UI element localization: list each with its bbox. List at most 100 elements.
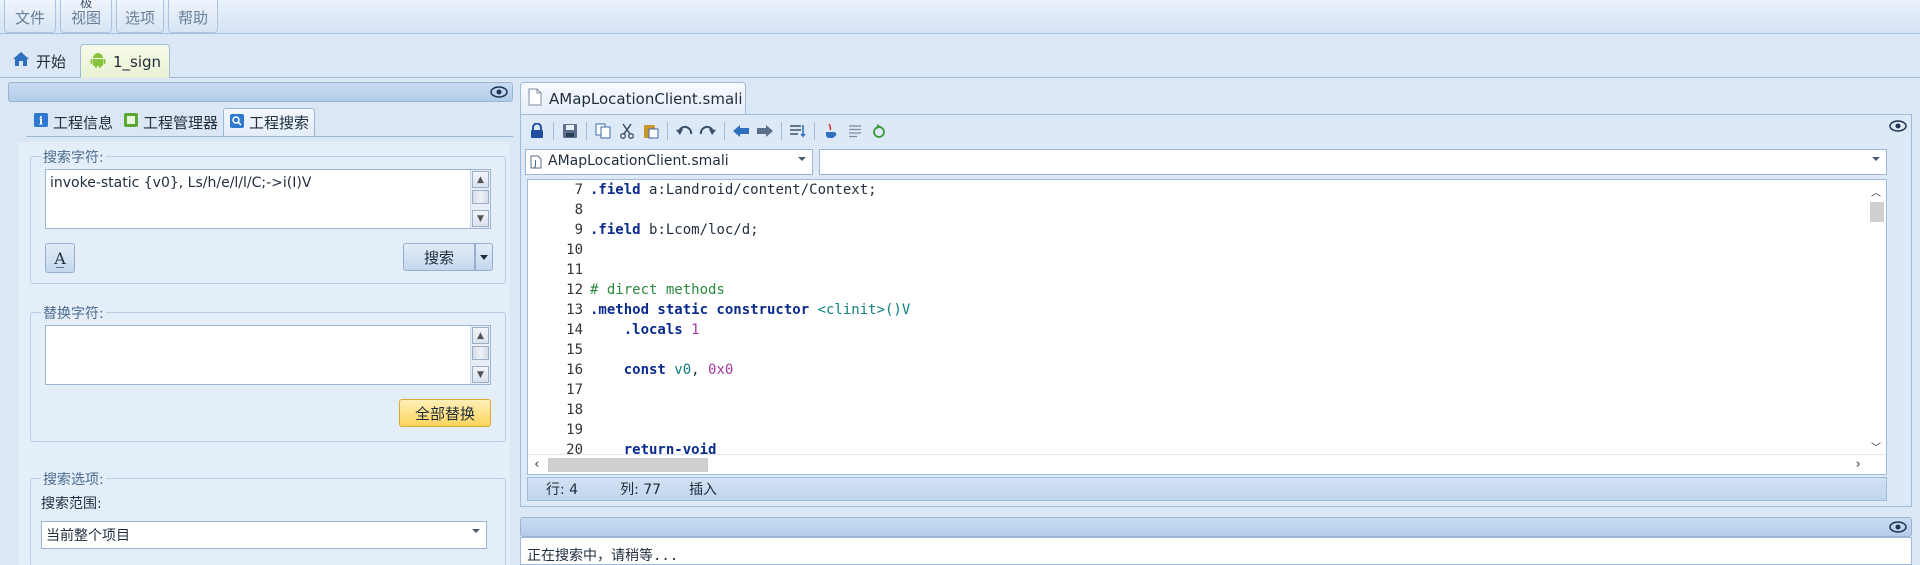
refresh-icon[interactable] bbox=[869, 121, 889, 141]
tab-project-search-label: 工程搜索 bbox=[249, 114, 310, 132]
scroll-down-icon[interactable]: ▼ bbox=[472, 366, 489, 383]
arrow-right-icon[interactable] bbox=[755, 121, 775, 141]
save-icon[interactable] bbox=[560, 121, 580, 141]
line-number: 13 bbox=[566, 302, 583, 318]
code-line[interactable]: 10 bbox=[528, 242, 1868, 262]
tab-project-search[interactable]: 工程搜索 bbox=[223, 108, 316, 136]
line-text: const v0, 0x0 bbox=[590, 362, 734, 378]
search-dropdown-button[interactable] bbox=[475, 243, 493, 271]
line-number: 7 bbox=[574, 182, 583, 198]
scroll-thumb[interactable] bbox=[472, 190, 489, 204]
replace-all-button-label: 全部替换 bbox=[414, 404, 475, 423]
code-token: a:Landroid/content/Context; bbox=[649, 182, 877, 198]
code-line[interactable]: 7 .field a:Landroid/content/Context; bbox=[528, 182, 1868, 202]
code-token: .method static constructor bbox=[590, 302, 818, 318]
chevron-up-icon[interactable]: ︿ bbox=[1871, 184, 1881, 199]
code-line[interactable]: 12 # direct methods bbox=[528, 282, 1868, 302]
scroll-thumb[interactable] bbox=[472, 346, 489, 360]
scroll-up-icon[interactable]: ▲ bbox=[472, 171, 489, 188]
menu-file-label: 文件 bbox=[14, 9, 45, 27]
line-number: 9 bbox=[574, 222, 583, 238]
chevron-down-icon[interactable]: ﹀ bbox=[1871, 439, 1881, 454]
code-line[interactable]: 17 bbox=[528, 382, 1868, 402]
eye-icon[interactable] bbox=[490, 85, 508, 99]
code-line[interactable]: 15 bbox=[528, 342, 1868, 362]
left-panel-tabs: i 工程信息 工程管理器 工程搜索 bbox=[28, 108, 316, 136]
code-line[interactable]: 18 bbox=[528, 402, 1868, 422]
paste-icon[interactable] bbox=[641, 121, 661, 141]
code-token: <clinit>()V bbox=[817, 302, 911, 318]
code-line[interactable]: 8 bbox=[528, 202, 1868, 222]
search-scope-select[interactable]: 当前整个项目 bbox=[41, 521, 487, 549]
line-number: 18 bbox=[566, 402, 583, 418]
cut-icon[interactable] bbox=[617, 121, 637, 141]
tab-project-info-label: 工程信息 bbox=[53, 113, 114, 132]
editor-frame: J AMapLocationClient.smali 7 .field a:Lan… bbox=[520, 114, 1912, 507]
menu-view-label: 视图 bbox=[70, 9, 101, 27]
menu-view[interactable]: 极 视图 bbox=[60, 0, 112, 33]
menu-file[interactable]: 文件 bbox=[4, 0, 56, 33]
replace-group: 替换字符: ▲ ▼ 全部替换 bbox=[30, 303, 506, 442]
file-select[interactable]: J AMapLocationClient.smali bbox=[525, 149, 813, 175]
code-horizontal-scrollbar[interactable]: ‹ › bbox=[528, 454, 1886, 474]
code-line[interactable]: 13 .method static constructor <clinit>()V bbox=[528, 302, 1868, 322]
tab-project-info[interactable]: i 工程信息 bbox=[28, 108, 118, 136]
status-col: 列: 77 bbox=[620, 482, 662, 498]
code-hscroll-thumb[interactable] bbox=[548, 458, 708, 472]
code-editor[interactable]: 7 .field a:Landroid/content/Context; 8 9 .fi… bbox=[527, 179, 1887, 475]
menu-help[interactable]: 帮助 bbox=[168, 0, 218, 33]
tab-project-label: 1_sign bbox=[113, 52, 162, 71]
java-icon[interactable] bbox=[821, 121, 841, 141]
code-line[interactable]: 19 bbox=[528, 422, 1868, 442]
scroll-up-icon[interactable]: ▲ bbox=[472, 327, 489, 344]
toolbar-separator bbox=[667, 122, 668, 140]
eye-icon[interactable] bbox=[1889, 520, 1907, 534]
code-vertical-scrollbar[interactable]: ︿ ﹀ bbox=[1866, 180, 1886, 456]
code-vscroll-thumb[interactable] bbox=[1870, 202, 1884, 222]
eye-icon[interactable] bbox=[1889, 119, 1907, 133]
undo-icon[interactable] bbox=[674, 121, 694, 141]
menu-help-label: 帮助 bbox=[177, 9, 208, 27]
line-number: 11 bbox=[566, 262, 583, 278]
redo-icon[interactable] bbox=[698, 121, 718, 141]
member-select[interactable] bbox=[819, 149, 1887, 175]
menu-options[interactable]: 选项 bbox=[116, 0, 164, 33]
home-icon bbox=[12, 51, 30, 71]
code-line[interactable]: 11 bbox=[528, 262, 1868, 282]
chevron-down-icon bbox=[1872, 157, 1880, 161]
arrow-left-icon[interactable] bbox=[731, 121, 751, 141]
tab-start[interactable]: 开始 bbox=[4, 44, 74, 78]
project-manager-icon bbox=[123, 112, 139, 132]
code-line[interactable]: 9 .field b:Lcom/loc/d; bbox=[528, 222, 1868, 242]
format-code-icon[interactable] bbox=[788, 121, 808, 141]
copy-icon[interactable] bbox=[593, 121, 613, 141]
tab-start-label: 开始 bbox=[36, 52, 67, 71]
search-input-scrollbar[interactable]: ▲ ▼ bbox=[470, 170, 490, 228]
search-button[interactable]: 搜索 bbox=[403, 243, 475, 271]
chevron-right-icon[interactable]: › bbox=[1854, 457, 1862, 472]
tab-file[interactable]: AMapLocationClient.smali bbox=[520, 82, 746, 114]
replace-input-scrollbar[interactable]: ▲ ▼ bbox=[470, 326, 490, 384]
lock-icon[interactable] bbox=[527, 121, 547, 141]
code-token: 0x0 bbox=[708, 362, 734, 378]
scroll-down-icon[interactable]: ▼ bbox=[472, 210, 489, 227]
search-input[interactable]: invoke-static {v0}, Ls/h/e/l/l/C;->i(I)V… bbox=[45, 169, 491, 229]
output-panel[interactable]: 正在搜索中，请稍等... bbox=[520, 537, 1912, 565]
search-group-title: 搜索字符: bbox=[41, 147, 106, 167]
replace-group-title: 替换字符: bbox=[41, 303, 106, 323]
line-text: .field b:Lcom/loc/d; bbox=[590, 222, 759, 238]
align-text-icon[interactable] bbox=[845, 121, 865, 141]
replace-input[interactable]: ▲ ▼ bbox=[45, 325, 491, 385]
tab-project-manager[interactable]: 工程管理器 bbox=[118, 108, 223, 136]
code-token: , bbox=[691, 362, 709, 378]
replace-all-button[interactable]: 全部替换 bbox=[399, 399, 491, 427]
tab-project-manager-label: 工程管理器 bbox=[143, 113, 219, 132]
code-line[interactable]: 14 .locals 1 bbox=[528, 322, 1868, 342]
tab-project[interactable]: 1_sign bbox=[80, 44, 171, 78]
search-scope-label: 搜索范围: bbox=[41, 496, 102, 512]
code-line[interactable]: 16 const v0, 0x0 bbox=[528, 362, 1868, 382]
chevron-left-icon[interactable]: ‹ bbox=[533, 457, 541, 472]
search-options-group: 搜索选项: 搜索范围: 当前整个项目 bbox=[30, 469, 506, 565]
font-style-button[interactable]: A̲ bbox=[45, 243, 75, 273]
code-token: .locals bbox=[590, 322, 692, 338]
